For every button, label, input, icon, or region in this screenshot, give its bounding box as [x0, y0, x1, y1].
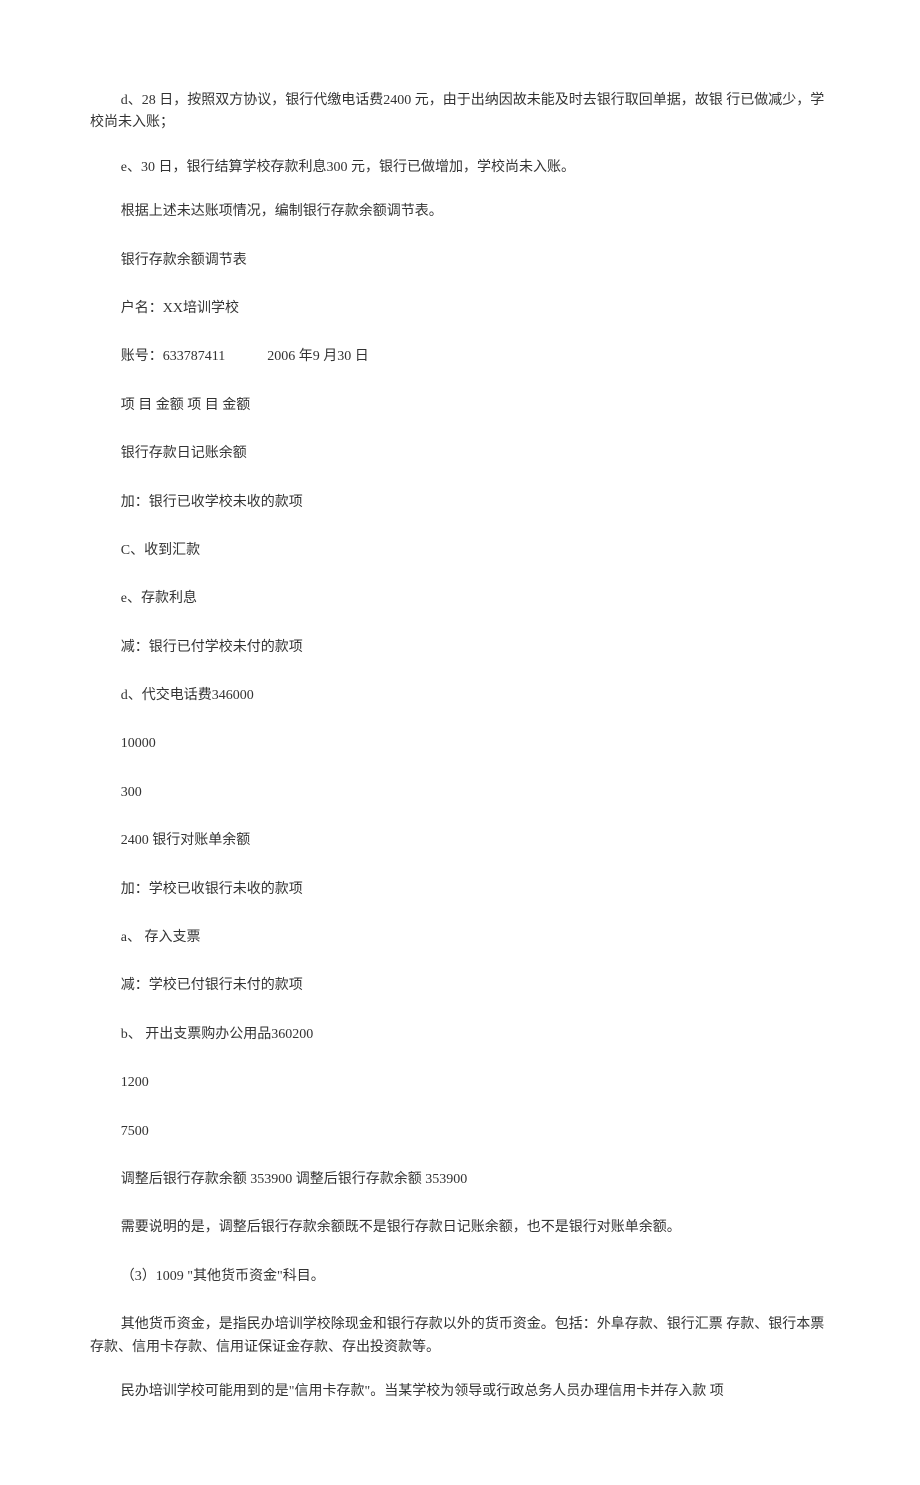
row-d-phone: d、代交电话费346000	[90, 685, 830, 707]
paragraph-other-funds: 其他货币资金，是指民办培训学校除现金和银行存款以外的货币资金。包括：外阜存款、银…	[90, 1314, 830, 1359]
account-number: 账号：633787411	[121, 349, 225, 364]
row-journal-balance: 银行存款日记账余额	[90, 443, 830, 465]
paragraph-note: 需要说明的是，调整后银行存款余额既不是银行存款日记账余额，也不是银行对账单余额。	[90, 1217, 830, 1239]
account-name: 户名：XX培训学校	[90, 298, 830, 320]
row-add-school-received: 加：学校已收银行未收的款项	[90, 879, 830, 901]
row-e-interest: e、存款利息	[90, 588, 830, 610]
table-title: 银行存款余额调节表	[90, 250, 830, 272]
row-less-school-paid: 减：学校已付银行未付的款项	[90, 975, 830, 997]
row-7500: 7500	[90, 1121, 830, 1143]
row-add-bank-received: 加：银行已收学校未收的款项	[90, 492, 830, 514]
row-10000: 10000	[90, 733, 830, 755]
paragraph-e: e、30 日，银行结算学校存款利息300 元，银行已做增加，学校尚未入账。	[90, 157, 830, 179]
row-a-cheque-in: a、 存入支票	[90, 927, 830, 949]
row-less-bank-paid: 减：银行已付学校未付的款项	[90, 637, 830, 659]
document-page: d、28 日，按照双方协议，银行代缴电话费2400 元，由于出纳因故未能及时去银…	[0, 0, 920, 1485]
row-b-cheque-out: b、 开出支票购办公用品360200	[90, 1024, 830, 1046]
table-header: 项 目 金额 项 目 金额	[90, 395, 830, 417]
row-adjusted: 调整后银行存款余额 353900 调整后银行存款余额 353900	[90, 1169, 830, 1191]
paragraph-1009: （3）1009 "其他货币资金"科目。	[90, 1266, 830, 1288]
paragraph-d: d、28 日，按照双方协议，银行代缴电话费2400 元，由于出纳因故未能及时去银…	[90, 90, 830, 135]
paragraph-intro: 根据上述未达账项情况，编制银行存款余额调节表。	[90, 201, 830, 223]
account-date: 2006 年9 月30 日	[267, 349, 369, 364]
paragraph-credit-card: 民办培训学校可能用到的是"信用卡存款"。当某学校为领导或行政总务人员办理信用卡并…	[90, 1381, 830, 1403]
account-number-date: 账号：633787411 2006 年9 月30 日	[90, 346, 830, 368]
row-300: 300	[90, 782, 830, 804]
row-c-remittance: C、收到汇款	[90, 540, 830, 562]
row-2400-statement: 2400 银行对账单余额	[90, 830, 830, 852]
row-1200: 1200	[90, 1072, 830, 1094]
